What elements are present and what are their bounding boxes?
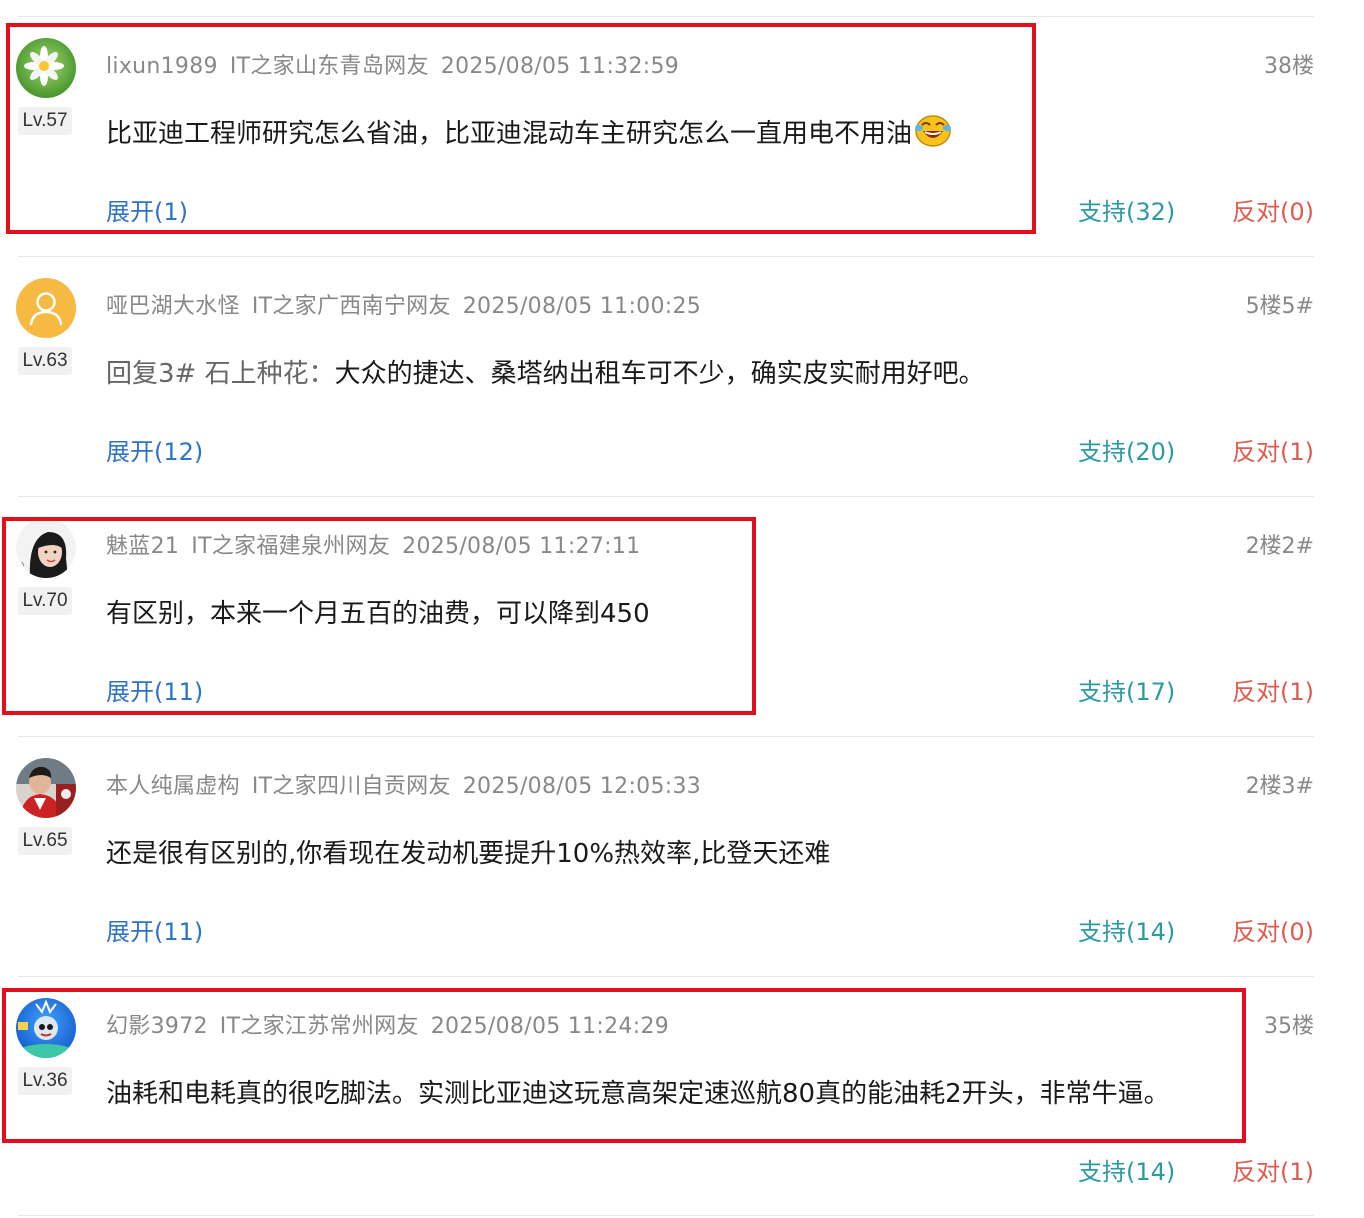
- comment-time: 2025/08/05 11:27:11: [402, 534, 641, 559]
- expand-replies-button[interactable]: 展开(11): [106, 912, 203, 947]
- divider: [18, 16, 1314, 17]
- floor-label: 2楼2#: [1245, 534, 1314, 559]
- comment-body: 比亚迪工程师研究怎么省油，比亚迪混动车主研究怎么一直用电不用油: [106, 119, 913, 149]
- comment-time: 2025/08/05 11:00:25: [462, 294, 702, 319]
- comment-meta: 哑巴湖大水怪 IT之家广西南宁网友 2025/08/05 11:00:25: [106, 288, 713, 320]
- username[interactable]: 魅蓝21: [106, 534, 179, 559]
- user-level-badge: Lv.65: [18, 827, 72, 855]
- comment-meta: 幻影3972 IT之家江苏常州网友 2025/08/05 11:24:29: [106, 1008, 681, 1040]
- divider: [18, 736, 1314, 737]
- floor-label: 5楼5#: [1245, 294, 1314, 319]
- oppose-button[interactable]: 反对(0): [1232, 912, 1314, 947]
- username[interactable]: lixun1989: [106, 54, 218, 79]
- comment-item: Lv.65 本人纯属虚构 IT之家四川自贡网友 2025/08/05 12:05:3…: [0, 720, 1364, 960]
- support-button[interactable]: 支持(14): [1078, 1152, 1175, 1187]
- floor-label: 2楼3#: [1245, 774, 1314, 799]
- comment-time: 2025/08/05 11:32:59: [440, 54, 680, 79]
- laughing-crying-emoji-icon: [914, 114, 952, 155]
- expand-replies-button[interactable]: 展开(1): [106, 192, 188, 227]
- girl-portrait-avatar[interactable]: [16, 518, 76, 578]
- comment-text: 还是很有区别的,你看现在发动机要提升10%热效率,比登天还难: [106, 833, 830, 870]
- cartoon-avatar[interactable]: [16, 998, 76, 1058]
- comment-text: 油耗和电耗真的很吃脚法。实测比亚迪这玩意高架定速巡航80真的能油耗2开头，非常牛…: [106, 1073, 1170, 1110]
- comment-text: 有区别，本来一个月五百的油费，可以降到450: [106, 593, 650, 630]
- user-location: IT之家广西南宁网友: [251, 294, 451, 319]
- user-level-badge: Lv.63: [18, 347, 72, 375]
- comment-item: Lv.63 哑巴湖大水怪 IT之家广西南宁网友 2025/08/05 11:00:2…: [0, 240, 1364, 480]
- comment-body: 还是很有区别的,你看现在发动机要提升10%热效率,比登天还难: [106, 839, 831, 869]
- user-location: IT之家山东青岛网友: [229, 54, 429, 79]
- oppose-button[interactable]: 反对(1): [1232, 672, 1314, 707]
- floor-label: 35楼: [1264, 1014, 1314, 1039]
- comment-text: 比亚迪工程师研究怎么省油，比亚迪混动车主研究怎么一直用电不用油: [106, 113, 952, 155]
- comment-meta: 本人纯属虚构 IT之家四川自贡网友 2025/08/05 12:05:33: [106, 768, 713, 800]
- comment-meta: lixun1989 IT之家山东青岛网友 2025/08/05 11:32:59: [106, 48, 691, 80]
- support-button[interactable]: 支持(20): [1078, 432, 1175, 467]
- expand-replies-button[interactable]: 展开(11): [106, 672, 203, 707]
- username[interactable]: 哑巴湖大水怪: [106, 294, 240, 319]
- comment-time: 2025/08/05 12:05:33: [462, 774, 702, 799]
- comment-meta: 魅蓝21 IT之家福建泉州网友 2025/08/05 11:27:11: [106, 528, 652, 560]
- comment-body: 大众的捷达、桑塔纳出租车可不少，确实皮实耐用好吧。: [334, 359, 985, 389]
- oppose-button[interactable]: 反对(1): [1232, 432, 1314, 467]
- support-button[interactable]: 支持(17): [1078, 672, 1175, 707]
- daisy-avatar[interactable]: [16, 38, 76, 98]
- user-location: IT之家江苏常州网友: [219, 1014, 419, 1039]
- comment-body: 油耗和电耗真的很吃脚法。实测比亚迪这玩意高架定速巡航80真的能油耗2开头，非常牛…: [106, 1079, 1170, 1109]
- support-button[interactable]: 支持(32): [1078, 192, 1175, 227]
- oppose-button[interactable]: 反对(1): [1232, 1152, 1314, 1187]
- user-location: IT之家四川自贡网友: [251, 774, 451, 799]
- default-user-avatar[interactable]: [16, 278, 76, 338]
- person-photo-avatar[interactable]: [16, 758, 76, 818]
- username[interactable]: 幻影3972: [106, 1014, 208, 1039]
- comment-time: 2025/08/05 11:24:29: [430, 1014, 670, 1039]
- expand-replies-button[interactable]: 展开(12): [106, 432, 203, 467]
- comment-item: Lv.36 幻影3972 IT之家江苏常州网友 2025/08/05 11:24:2…: [0, 960, 1364, 1200]
- username[interactable]: 本人纯属虚构: [106, 774, 240, 799]
- divider: [18, 496, 1314, 497]
- divider: [18, 1215, 1314, 1216]
- comment-item: Lv.70 魅蓝21 IT之家福建泉州网友 2025/08/05 11:27:11 …: [0, 480, 1364, 720]
- user-level-badge: Lv.57: [18, 107, 72, 135]
- support-button[interactable]: 支持(14): [1078, 912, 1175, 947]
- comment-text: 回复3# 石上种花：大众的捷达、桑塔纳出租车可不少，确实皮实耐用好吧。: [106, 353, 985, 390]
- comment-item: Lv.57 lixun1989 IT之家山东青岛网友 2025/08/05 11:3…: [0, 0, 1364, 240]
- comment-body: 有区别，本来一个月五百的油费，可以降到450: [106, 599, 650, 629]
- divider: [18, 256, 1314, 257]
- oppose-button[interactable]: 反对(0): [1232, 192, 1314, 227]
- reply-quote: 回复3# 石上种花：: [106, 359, 335, 389]
- user-location: IT之家福建泉州网友: [191, 534, 391, 559]
- floor-label: 38楼: [1264, 54, 1314, 79]
- user-level-badge: Lv.70: [18, 587, 72, 615]
- divider: [18, 976, 1314, 977]
- user-level-badge: Lv.36: [18, 1067, 72, 1095]
